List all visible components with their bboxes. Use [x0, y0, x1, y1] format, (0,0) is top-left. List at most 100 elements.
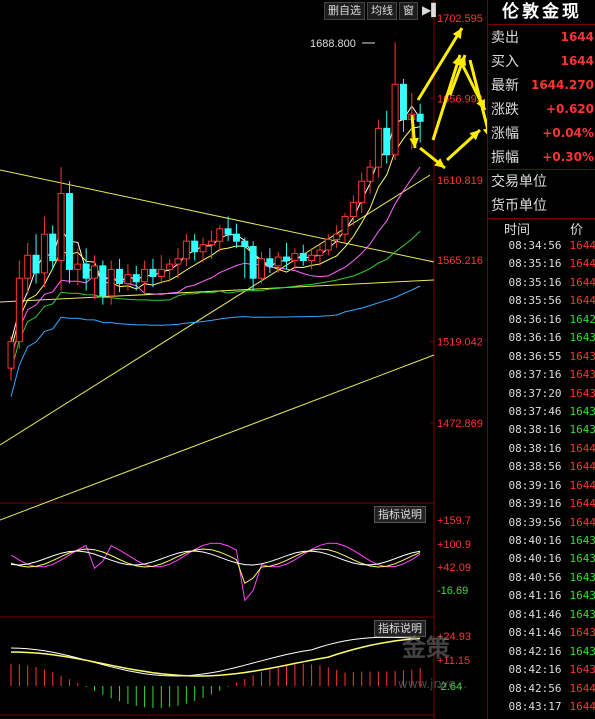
candle-body [216, 228, 224, 242]
tick-price: 1644 [569, 515, 595, 529]
tick-time: 08:40:56 [508, 570, 562, 584]
quote-value: 1644 [560, 54, 594, 68]
candle-body [299, 253, 307, 262]
quote-row: 最新 1644.270 [488, 73, 595, 97]
candle-body [316, 249, 324, 256]
candle-body [416, 113, 424, 122]
candle-body [333, 233, 341, 240]
quote-row: 卖出 1644 [488, 25, 595, 49]
macd-dif-line [10, 636, 421, 677]
candle-body [166, 263, 174, 270]
candle-body [366, 166, 374, 182]
tick-row: 08:42:56 1644 [488, 682, 595, 700]
indicator1-tick-label: +42.09 [437, 562, 471, 574]
candle-body [232, 233, 240, 242]
quote-panel: 伦敦金现 卖出 1644 买入 1644 最新 1644.270 涨跌 +0.620 涨幅 +0.… [487, 0, 595, 719]
indicator-help-button-1[interactable]: 指标说明 [374, 506, 426, 523]
price-tick-label: 1702.595 [437, 13, 483, 25]
tick-price: 1644 [569, 478, 595, 492]
tick-list[interactable]: 08:34:56 1644 08:35:16 1644 08:35:16 1644 08:3… [488, 239, 595, 718]
quote-row: 涨幅 +0.04% [488, 121, 595, 145]
quote-row: 振幅 +0.30% [488, 145, 595, 169]
arrow [419, 146, 446, 170]
price-tick-label: 1565.216 [437, 255, 483, 267]
tick-price: 1644 [569, 497, 595, 511]
window-button[interactable]: 窗 [399, 2, 418, 20]
tick-price: 1644 [569, 460, 595, 474]
candle-body [132, 274, 140, 283]
candle-body [224, 228, 232, 235]
candle-body [191, 240, 199, 253]
tick-price: 1643 [569, 368, 595, 382]
candle-body [107, 268, 115, 297]
candle-body [258, 258, 265, 279]
trend-lines [0, 169, 435, 521]
tick-price: 1644 [569, 681, 595, 695]
kline-chart[interactable]: 1702.5951656.9931610.8191565.2161519.042… [0, 0, 487, 719]
candle-body [116, 268, 124, 284]
tick-time: 08:41:46 [508, 626, 562, 640]
candles [7, 42, 424, 381]
tick-time: 08:41:46 [508, 607, 562, 621]
tick-time: 08:39:56 [508, 515, 562, 529]
tick-price: 1643 [569, 423, 595, 437]
quote-list: 卖出 1644 买入 1644 最新 1644.270 涨跌 +0.620 涨幅 +0.04% 振幅… [488, 25, 595, 169]
ticks-header-time: 时间 [504, 223, 531, 238]
tick-row: 08:41:16 1643 [488, 589, 595, 607]
tick-row: 08:39:16 1644 [488, 497, 595, 515]
quote-value: +0.620 [545, 102, 594, 116]
price-tick-label: 1519.042 [437, 337, 483, 349]
arrow [416, 27, 464, 101]
watermark-logo: 金策 [402, 634, 450, 662]
candle-body [24, 254, 32, 279]
delete-watchlist-button[interactable]: 删自选 [324, 2, 365, 20]
quote-label: 最新 [491, 78, 519, 94]
arrow-head [409, 137, 419, 148]
tick-price: 1643 [569, 386, 595, 400]
tick-price: 1643 [569, 644, 595, 658]
tick-row: 08:40:56 1643 [488, 571, 595, 589]
candle-body [383, 127, 391, 156]
candle-body [283, 256, 291, 262]
candle-body [7, 341, 15, 369]
candle-body [241, 240, 249, 247]
quote-value: +0.04% [542, 126, 594, 140]
quote-value: +0.30% [542, 150, 594, 164]
tick-time: 08:37:20 [508, 386, 562, 400]
candle-body [82, 263, 90, 279]
candle-body [274, 256, 282, 267]
tick-row: 08:41:46 1643 [488, 608, 595, 626]
tick-time: 08:43:17 [508, 699, 562, 713]
moving-average-button[interactable]: 均线 [367, 2, 397, 20]
tick-row: 08:37:20 1643 [488, 387, 595, 405]
tick-row: 08:36:16 1642 [488, 313, 595, 331]
quote-label: 买入 [491, 54, 519, 70]
tick-price: 1643 [569, 626, 595, 640]
candle-body [291, 253, 299, 262]
tick-time: 08:35:16 [508, 275, 562, 289]
tick-row: 08:34:56 1644 [488, 239, 595, 257]
tick-time: 08:38:56 [508, 460, 562, 474]
ma-line [10, 285, 421, 397]
tick-time: 08:38:16 [508, 423, 562, 437]
tick-price: 1644 [569, 275, 595, 289]
tick-price: 1643 [569, 570, 595, 584]
tick-price: 1643 [569, 552, 595, 566]
tick-time: 08:35:56 [508, 294, 562, 308]
candle-body [358, 180, 366, 203]
candle-body [349, 201, 357, 218]
resistance-line [0, 169, 435, 263]
arrow [445, 128, 482, 162]
ticks-header-price: 价 [570, 223, 584, 238]
tick-time: 08:41:16 [508, 589, 562, 603]
tick-row: 08:35:56 1644 [488, 294, 595, 312]
tick-time: 08:39:16 [508, 478, 562, 492]
instrument-title: 伦敦金现 [488, 0, 595, 25]
tick-row: 08:40:16 1643 [488, 534, 595, 552]
candle-body [99, 265, 107, 297]
candle-body [74, 263, 82, 270]
support-line [0, 279, 435, 303]
quote-row: 买入 1644 [488, 49, 595, 73]
tick-time: 08:37:46 [508, 404, 562, 418]
play-icon[interactable]: ▶▌ [420, 2, 442, 20]
